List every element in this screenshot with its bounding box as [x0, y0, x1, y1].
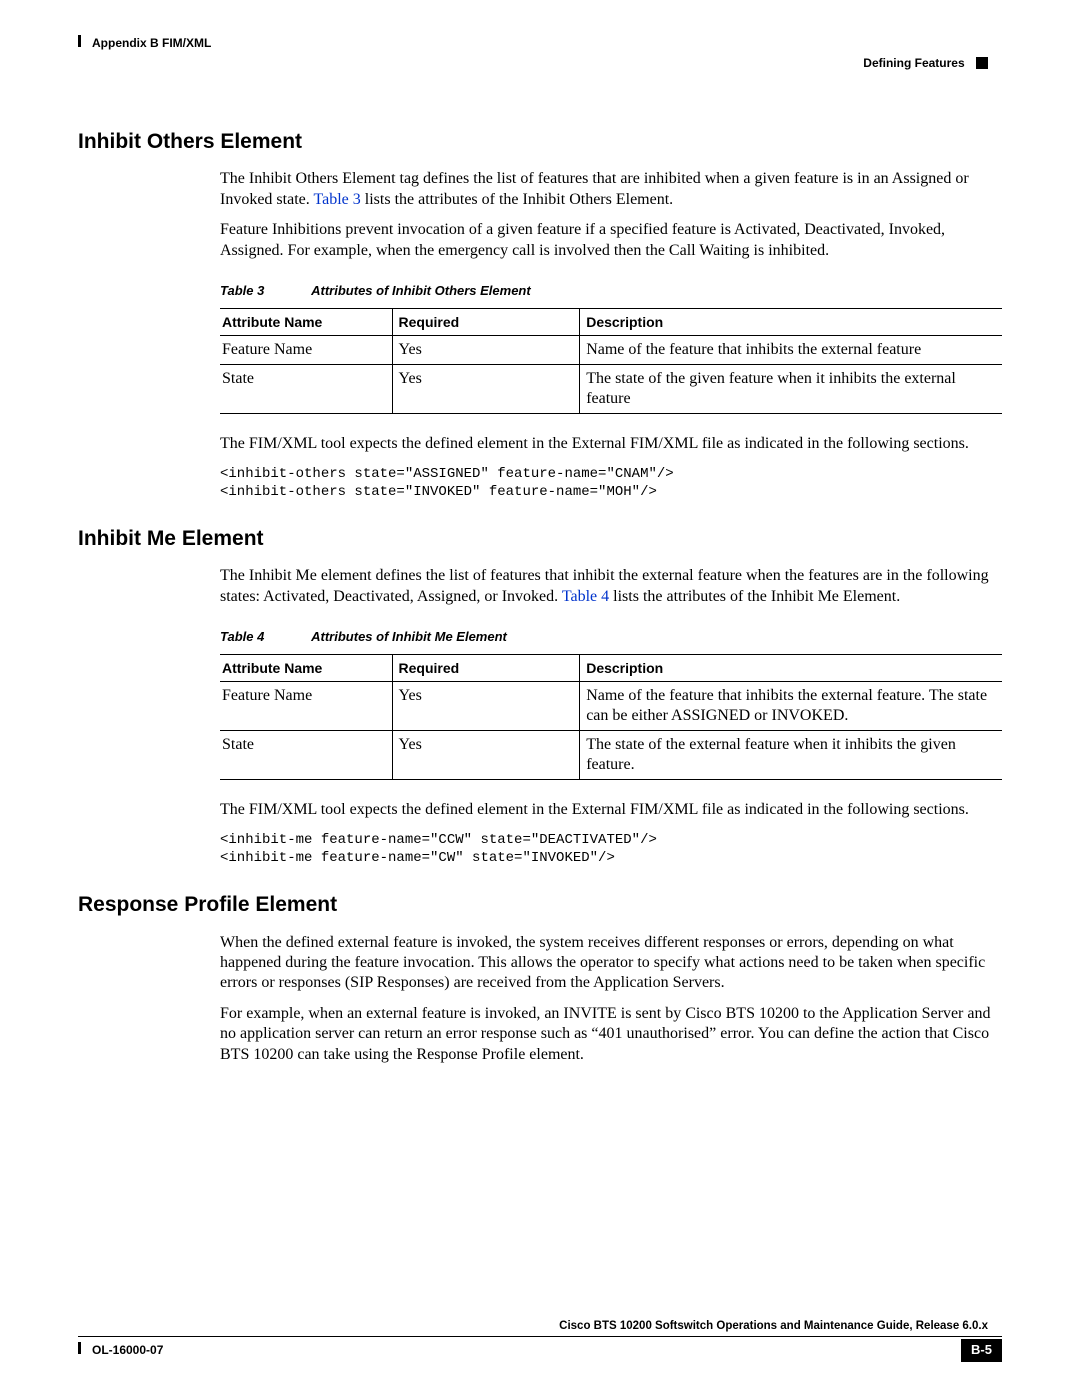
table-caption-title: Attributes of Inhibit Me Element [311, 629, 507, 644]
header-section-label: Defining Features [863, 56, 988, 72]
table-caption-label: Table 3 [220, 283, 308, 300]
section-body-response-profile: When the defined external feature is inv… [220, 933, 1002, 1066]
page: Appendix B FIM/XML Defining Features Inh… [0, 0, 1080, 1397]
cell: Name of the feature that inhibits the ex… [580, 336, 1002, 365]
xref-table-3[interactable]: Table 3 [313, 191, 360, 208]
header-appendix-label: Appendix B FIM/XML [92, 36, 211, 52]
code-block-inhibit-me: <inhibit-me feature-name="CCW" state="DE… [220, 831, 1002, 867]
cell: State [220, 731, 392, 780]
cell: Yes [392, 365, 580, 414]
table-header-row: Attribute Name Required Description [220, 655, 1002, 682]
th-required: Required [392, 655, 580, 682]
text: lists the attributes of the Inhibit Othe… [361, 191, 673, 208]
content: Inhibit Others Element The Inhibit Other… [78, 74, 1002, 1065]
section-title-inhibit-me: Inhibit Me Element [78, 525, 1002, 552]
footer-row: OL-16000-07 B-5 [78, 1341, 1002, 1363]
cell: Name of the feature that inhibits the ex… [580, 682, 1002, 731]
table-row: Feature Name Yes Name of the feature tha… [220, 682, 1002, 731]
paragraph: The Inhibit Others Element tag defines t… [220, 169, 1002, 210]
section-body-inhibit-me: The Inhibit Me element defines the list … [220, 566, 1002, 867]
paragraph: The FIM/XML tool expects the defined ele… [220, 434, 1002, 454]
footer-doc-title: Cisco BTS 10200 Softswitch Operations an… [78, 1319, 1002, 1334]
cell: Yes [392, 336, 580, 365]
table-4: Attribute Name Required Description Feat… [220, 654, 1002, 780]
cell: Feature Name [220, 336, 392, 365]
paragraph: For example, when an external feature is… [220, 1004, 1002, 1065]
th-required: Required [392, 309, 580, 336]
footer-rule [78, 1336, 1002, 1337]
header-right-text: Defining Features [863, 56, 964, 70]
cell: Yes [392, 731, 580, 780]
table-row: State Yes The state of the external feat… [220, 731, 1002, 780]
th-description: Description [580, 309, 1002, 336]
xref-table-4[interactable]: Table 4 [562, 588, 609, 605]
table-caption-title: Attributes of Inhibit Others Element [311, 283, 531, 298]
th-attribute-name: Attribute Name [220, 309, 392, 336]
table-3-caption: Table 3 Attributes of Inhibit Others Ele… [220, 283, 1002, 300]
paragraph: Feature Inhibitions prevent invocation o… [220, 220, 1002, 261]
table-caption-label: Table 4 [220, 629, 308, 646]
paragraph: The FIM/XML tool expects the defined ele… [220, 800, 1002, 820]
cell: The state of the external feature when i… [580, 731, 1002, 780]
cell: Yes [392, 682, 580, 731]
header-right-box-icon [976, 57, 988, 69]
page-footer: Cisco BTS 10200 Softswitch Operations an… [78, 1319, 1002, 1363]
header-left-bar [78, 35, 81, 47]
table-3: Attribute Name Required Description Feat… [220, 308, 1002, 414]
table-4-caption: Table 4 Attributes of Inhibit Me Element [220, 629, 1002, 646]
footer-left-bar [78, 1342, 81, 1354]
section-body-inhibit-others: The Inhibit Others Element tag defines t… [220, 169, 1002, 501]
page-header: Appendix B FIM/XML Defining Features [78, 34, 1002, 74]
section-title-response-profile: Response Profile Element [78, 891, 1002, 918]
cell: State [220, 365, 392, 414]
cell: The state of the given feature when it i… [580, 365, 1002, 414]
th-description: Description [580, 655, 1002, 682]
section-title-inhibit-others: Inhibit Others Element [78, 128, 1002, 155]
paragraph: The Inhibit Me element defines the list … [220, 566, 1002, 607]
text: lists the attributes of the Inhibit Me E… [609, 588, 900, 605]
code-block-inhibit-others: <inhibit-others state="ASSIGNED" feature… [220, 465, 1002, 501]
table-header-row: Attribute Name Required Description [220, 309, 1002, 336]
paragraph: When the defined external feature is inv… [220, 933, 1002, 994]
th-attribute-name: Attribute Name [220, 655, 392, 682]
table-row: Feature Name Yes Name of the feature tha… [220, 336, 1002, 365]
footer-page-number: B-5 [961, 1339, 1002, 1362]
footer-doc-id: OL-16000-07 [92, 1343, 163, 1359]
table-row: State Yes The state of the given feature… [220, 365, 1002, 414]
cell: Feature Name [220, 682, 392, 731]
